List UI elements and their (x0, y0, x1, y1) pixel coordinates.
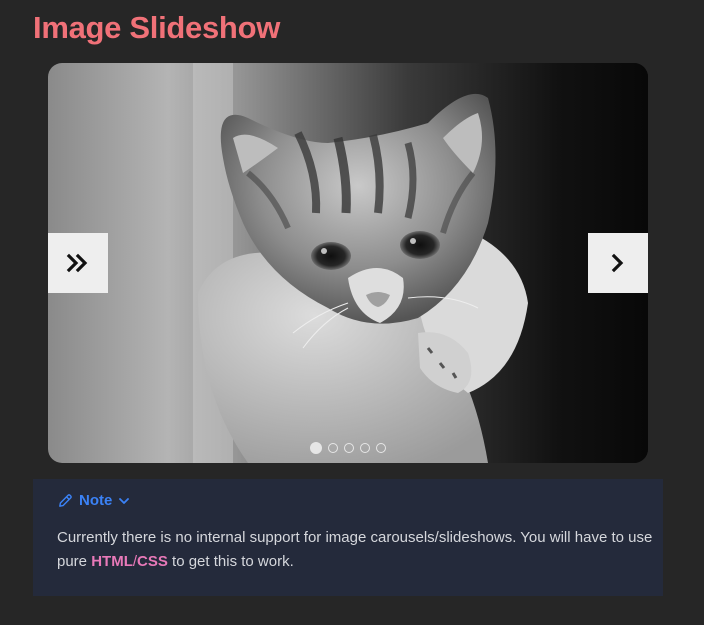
chevron-down-icon (119, 497, 130, 504)
pencil-icon (59, 494, 72, 507)
previous-slide-button[interactable] (48, 233, 108, 293)
note-text-part2: to get this to work. (167, 552, 294, 570)
slide-image (48, 63, 648, 463)
note-toggle[interactable]: Note (57, 492, 131, 509)
slide-dot-4[interactable] (360, 443, 370, 453)
note-label: Note (79, 492, 113, 509)
slide-dot-1[interactable] (310, 442, 322, 454)
page-title: Image Slideshow (33, 10, 281, 45)
slide-dot-5[interactable] (376, 443, 386, 453)
slide-dot-2[interactable] (328, 443, 338, 453)
note-text: Currently there is no internal support f… (57, 526, 657, 573)
chevron-right-icon (611, 253, 624, 273)
slide-indicators (48, 442, 648, 454)
page: Image Slideshow Note Currently there is … (0, 0, 704, 625)
next-slide-button[interactable] (588, 233, 648, 293)
image-carousel[interactable] (48, 63, 648, 463)
slide-dot-3[interactable] (344, 443, 354, 453)
double-chevron-right-icon (66, 253, 88, 273)
html-keyword: HTML (91, 552, 133, 570)
css-keyword: CSS (137, 552, 168, 570)
note-callout: Note Currently there is no internal supp… (33, 479, 663, 596)
